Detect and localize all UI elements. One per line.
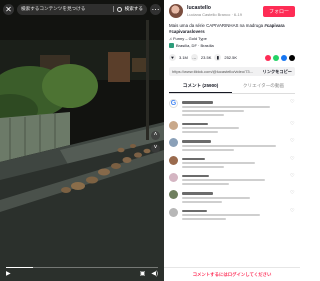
search-divider bbox=[112, 6, 114, 12]
video-caption: Mais uma da série CAPIVARINHAS na madrug… bbox=[169, 23, 295, 34]
login-bar[interactable]: コメントするにはログインしてください bbox=[164, 267, 300, 281]
heart-icon[interactable]: ♡ bbox=[290, 173, 295, 185]
heart-icon[interactable]: ♡ bbox=[290, 138, 295, 150]
tiktok-video-page: ✕ 検索するコンテンツを見つける 検索する ⋯ ˄ ˅ ▶ ▣ ◀) lucas… bbox=[0, 0, 300, 281]
caption-text: Mais uma da série CAPIVARINHAS na madrug… bbox=[169, 23, 264, 28]
stats-row: ♥ 3.1M … 23.5K ▮ 252.5K bbox=[169, 54, 295, 62]
volume-icon[interactable]: ◀) bbox=[151, 270, 158, 277]
more-icon[interactable]: ⋯ bbox=[150, 3, 161, 15]
heart-icon[interactable]: ♡ bbox=[290, 190, 295, 202]
heart-icon[interactable]: ♡ bbox=[290, 121, 295, 133]
heart-icon[interactable]: ♡ bbox=[290, 208, 295, 220]
author-row: lucastello Luciana Castello Branco · 6-1… bbox=[169, 4, 295, 18]
avatar[interactable]: G bbox=[169, 99, 178, 109]
player-controls: ▶ ▣ ◀) bbox=[6, 269, 158, 278]
comment-item: G ♡ bbox=[169, 99, 295, 116]
progress-bar[interactable] bbox=[6, 267, 158, 268]
comment-item: ♡ bbox=[169, 173, 295, 186]
avatar[interactable] bbox=[169, 155, 178, 165]
facebook-icon[interactable] bbox=[281, 54, 287, 61]
save-count: 252.5K bbox=[224, 55, 238, 61]
search-icon bbox=[116, 6, 122, 12]
comment-meta bbox=[182, 113, 224, 116]
comment-list: G ♡ ♡ ♡ ♡ ♡ ♡ ♡ bbox=[169, 99, 295, 221]
heart-icon[interactable]: ♡ bbox=[290, 99, 295, 115]
comment-meta bbox=[182, 148, 234, 151]
avatar[interactable] bbox=[169, 207, 178, 217]
comment-author[interactable] bbox=[182, 209, 207, 213]
comment-text bbox=[182, 179, 266, 182]
comment-count: 23.5K bbox=[200, 55, 212, 61]
pip-icon[interactable]: ▣ bbox=[140, 270, 146, 277]
comment-author[interactable] bbox=[182, 157, 205, 160]
tabs: コメント (25900) クリエイターの動画 bbox=[169, 81, 295, 95]
heart-icon[interactable]: ♡ bbox=[290, 156, 295, 168]
like-count: 3.1M bbox=[179, 55, 188, 61]
comment-text bbox=[182, 127, 240, 130]
link-row: https://www.tiktok.com/@lucastello/video… bbox=[169, 67, 295, 77]
comment-meta bbox=[182, 200, 222, 203]
avatar[interactable] bbox=[169, 190, 178, 200]
comment-item: ♡ bbox=[169, 155, 295, 168]
comment-author[interactable] bbox=[182, 122, 208, 126]
comment-item: ♡ bbox=[169, 207, 295, 221]
progress-fill bbox=[6, 267, 34, 268]
avatar[interactable] bbox=[169, 138, 178, 148]
tab-creator-videos[interactable]: クリエイターの動画 bbox=[232, 81, 295, 93]
location-label: Brasília, DF · Brasília bbox=[176, 43, 214, 49]
play-icon[interactable]: ▶ bbox=[6, 270, 11, 277]
comment-item: ♡ bbox=[169, 138, 295, 151]
comment-meta bbox=[182, 218, 226, 221]
comment-author[interactable] bbox=[182, 192, 214, 195]
location-icon bbox=[169, 43, 174, 49]
heart-icon[interactable]: ♥ bbox=[169, 54, 176, 62]
video-topbar: ✕ 検索するコンテンツを見つける 検索する ⋯ bbox=[3, 3, 161, 15]
info-panel: lucastello Luciana Castello Branco · 6-1… bbox=[164, 0, 300, 281]
video-player[interactable]: ✕ 検索するコンテンツを見つける 検索する ⋯ ˄ ˅ ▶ ▣ ◀) bbox=[0, 0, 164, 281]
comment-author[interactable] bbox=[182, 101, 214, 104]
bookmark-icon[interactable]: ▮ bbox=[214, 54, 222, 62]
video-url: https://www.tiktok.com/@lucastello/video… bbox=[172, 69, 253, 75]
avatar[interactable] bbox=[169, 173, 178, 182]
x-icon[interactable] bbox=[289, 54, 295, 61]
copy-link-button[interactable]: リンクをコピー bbox=[263, 69, 292, 75]
comment-text bbox=[182, 196, 250, 199]
comment-text bbox=[182, 109, 245, 112]
video-nav: ˄ ˅ bbox=[151, 131, 160, 153]
close-icon[interactable]: ✕ bbox=[3, 3, 14, 15]
author-name[interactable]: lucastello bbox=[187, 5, 259, 11]
comment-text bbox=[182, 105, 271, 108]
comment-meta bbox=[182, 183, 229, 186]
login-prompt[interactable]: コメントするにはログインしてください bbox=[193, 272, 272, 278]
whatsapp-icon[interactable] bbox=[273, 54, 279, 61]
search-button[interactable]: 検索する bbox=[125, 6, 143, 12]
avatar[interactable] bbox=[169, 120, 178, 130]
embed-icon[interactable] bbox=[265, 54, 271, 61]
comment-text bbox=[182, 214, 260, 217]
comment-meta bbox=[182, 131, 219, 134]
comment-item: ♡ bbox=[169, 120, 295, 134]
author-subtitle: Luciana Castello Branco · 6-19 bbox=[187, 12, 242, 17]
music-link[interactable]: ♫ Funny – Gold Type bbox=[169, 36, 295, 41]
avatar[interactable] bbox=[169, 4, 183, 18]
search-bar[interactable]: 検索するコンテンツを見つける 検索する bbox=[17, 3, 147, 15]
comment-meta bbox=[182, 166, 224, 168]
comment-author[interactable] bbox=[182, 140, 212, 143]
video-frame bbox=[0, 0, 164, 281]
tab-comments[interactable]: コメント (25900) bbox=[169, 81, 232, 94]
comment-text bbox=[182, 144, 276, 147]
chevron-up-icon[interactable]: ˄ bbox=[151, 131, 160, 140]
location-row[interactable]: Brasília, DF · Brasília bbox=[169, 43, 295, 49]
follow-button[interactable]: フォロー bbox=[262, 5, 295, 17]
search-query[interactable]: 検索するコンテンツを見つける bbox=[21, 6, 85, 12]
comment-icon[interactable]: … bbox=[190, 54, 198, 62]
comment-item: ♡ bbox=[169, 190, 295, 203]
comment-text bbox=[182, 162, 255, 164]
comment-author[interactable] bbox=[182, 175, 210, 178]
share-icons bbox=[265, 54, 295, 61]
chevron-down-icon[interactable]: ˅ bbox=[151, 144, 160, 153]
